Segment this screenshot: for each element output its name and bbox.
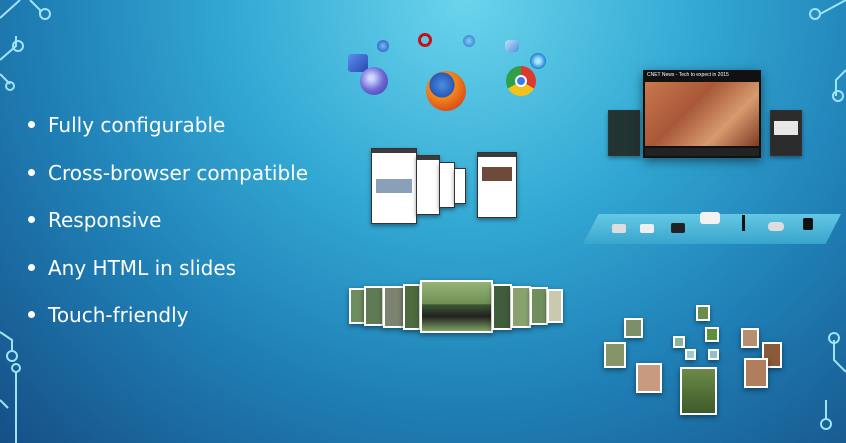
- gallery-photo: [530, 287, 548, 325]
- gallery-photo: [705, 327, 719, 342]
- chrome-icon: [506, 66, 536, 96]
- feature-item: Any HTML in slides: [28, 255, 308, 303]
- side-thumb: [608, 110, 640, 156]
- camera-icon: [640, 224, 654, 233]
- opera-icon: [418, 33, 432, 47]
- pen-icon: [742, 215, 745, 231]
- gallery-photo: [696, 305, 710, 321]
- gallery-photo[interactable]: [680, 367, 717, 415]
- safari-icon: [360, 67, 388, 95]
- gallery-photo: [511, 286, 531, 328]
- side-thumb: [770, 110, 802, 156]
- gallery-photo: [492, 284, 512, 330]
- screenshot-thumb: [439, 162, 455, 208]
- gallery-photo: [741, 328, 759, 348]
- feature-item: Cross-browser compatible: [28, 160, 308, 208]
- camera-icon: [671, 223, 685, 233]
- browser-small-icons: [377, 40, 389, 52]
- gallery-photo: [383, 286, 405, 328]
- feature-item: Touch-friendly: [28, 302, 308, 350]
- video-controls[interactable]: [645, 148, 759, 156]
- projector-icon: [700, 212, 720, 224]
- video-player[interactable]: CNET News - Tech to expect in 2015: [643, 70, 761, 158]
- gallery-photo: [364, 286, 384, 326]
- gallery-photo: [673, 336, 685, 348]
- feature-item: Responsive: [28, 207, 308, 255]
- browser-small-icons: [505, 40, 519, 52]
- ie-icon: [530, 53, 546, 69]
- gallery-photo: [636, 363, 662, 393]
- screenshot-thumb: [454, 168, 466, 204]
- gallery-photo: [403, 284, 421, 330]
- gallery-photo-main[interactable]: [420, 280, 493, 333]
- browser-small-icons: [463, 35, 475, 47]
- camera-icon: [612, 224, 626, 233]
- gallery-photo: [708, 349, 719, 360]
- slide: Fully configurable Cross-browser compati…: [0, 0, 846, 443]
- gallery-photo: [685, 349, 696, 360]
- feature-item: Fully configurable: [28, 112, 308, 160]
- lens-icon: [803, 218, 813, 230]
- screenshot-thumb: [477, 152, 517, 218]
- lens-icon: [768, 222, 784, 231]
- screenshot-thumb: [416, 155, 440, 215]
- gallery-photo: [547, 289, 563, 323]
- gallery-photo: [744, 358, 768, 388]
- firefox-icon: [426, 71, 466, 111]
- video-frame: [645, 82, 759, 146]
- gallery-photo: [624, 318, 643, 338]
- gallery-photo: [604, 342, 626, 368]
- screenshot-thumb: [371, 148, 417, 224]
- video-title: CNET News - Tech to expect in 2015: [647, 72, 729, 78]
- feature-list: Fully configurable Cross-browser compati…: [28, 112, 308, 350]
